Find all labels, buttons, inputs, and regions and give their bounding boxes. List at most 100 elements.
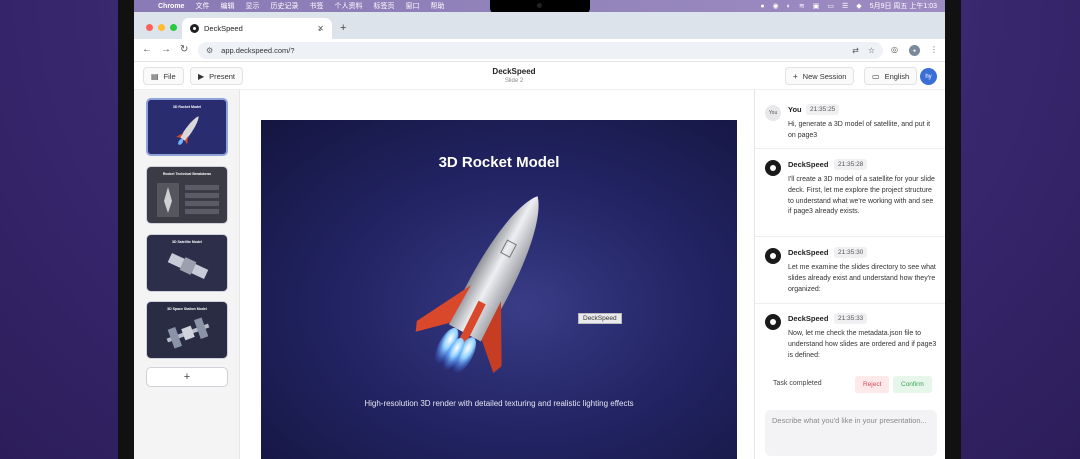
bookmark-star-icon[interactable]: ☆: [868, 46, 875, 55]
control-center-icon[interactable]: ☰: [842, 2, 848, 10]
camera-icon: [537, 3, 542, 8]
new-session-button[interactable]: + New Session: [785, 67, 855, 85]
slide-thumbnail-1[interactable]: 3D Rocket Model: [146, 98, 228, 156]
deckspeed-avatar-icon: [765, 160, 781, 176]
slide-thumbnails-panel: 3D Rocket Model Rocket Technical Breakdo…: [134, 90, 240, 459]
message-text: I'll create a 3D model of a satellite fo…: [788, 176, 935, 216]
message-timestamp: 21:35:28: [834, 159, 868, 170]
file-button-label: File: [163, 71, 176, 81]
chat-panel: You You 21:35:25 Hi, generate a 3D model…: [754, 90, 945, 459]
current-slide-indicator: Slide 2: [504, 78, 524, 84]
play-icon: ▶: [198, 71, 205, 81]
message-divider: [755, 148, 945, 149]
user-avatar[interactable]: hy: [920, 68, 937, 85]
message-timestamp: 21:35:30: [834, 247, 868, 258]
browser-toolbar: ← → ↻ ⚙ app.deckspeed.com/? ⇄ ☆ ◎ ● ⋮: [134, 39, 945, 62]
back-arrow-icon[interactable]: ←: [142, 44, 152, 55]
confirm-button[interactable]: Confirm: [893, 376, 932, 393]
forward-arrow-icon[interactable]: →: [161, 44, 171, 55]
menu-app-name[interactable]: Chrome: [158, 3, 184, 10]
menu-item-profiles[interactable]: 个人资料: [334, 1, 362, 11]
message-timestamp: 21:35:25: [806, 104, 840, 115]
profile-icon[interactable]: ●: [909, 45, 920, 56]
user-avatar-icon: You: [765, 105, 781, 121]
deckspeed-avatar-icon: [765, 248, 781, 264]
chat-input[interactable]: Describe what you'd like in your present…: [765, 410, 937, 456]
media-icon[interactable]: ◉: [773, 2, 779, 10]
menu-item-edit[interactable]: 编辑: [220, 1, 234, 11]
menu-item-view[interactable]: 显示: [245, 1, 259, 11]
minimize-window-button[interactable]: [158, 24, 165, 31]
deckspeed-avatar-icon: [765, 314, 781, 330]
app-header: ▤ File ▶ Present DeckSpeed Slide 2 + New…: [134, 62, 945, 90]
task-status-row: Task completed Reject Confirm: [765, 374, 937, 396]
maximize-window-button[interactable]: [170, 24, 177, 31]
new-session-label: New Session: [802, 71, 847, 81]
menu-item-file[interactable]: 文件: [195, 1, 209, 11]
battery-icon[interactable]: ▭: [827, 2, 834, 10]
input-method-icon[interactable]: ▣: [813, 2, 820, 10]
menu-item-window[interactable]: 窗口: [405, 1, 419, 11]
wifi-icon[interactable]: ≋: [799, 2, 805, 10]
rocket-thumbnail-image: [176, 116, 199, 145]
message-text: Now, let me check the metadata.json file…: [788, 330, 937, 359]
site-settings-icon[interactable]: ⚙: [206, 46, 213, 55]
message-text: Hi, generate a 3D model of satellite, an…: [788, 121, 931, 139]
tab-search-chevron-down-icon[interactable]: ⌄: [317, 25, 323, 33]
message-sender: DeckSpeed: [788, 248, 829, 257]
laptop-bezel-left: [118, 0, 134, 459]
menubar-clock[interactable]: 5月9日 周五 上午1:03: [870, 1, 937, 11]
message-timestamp: 21:35:33: [834, 313, 868, 324]
add-slide-button[interactable]: +: [146, 367, 228, 387]
tab-title: DeckSpeed: [204, 24, 243, 33]
slide-thumbnail-4[interactable]: 3D Space Station Model: [146, 301, 228, 359]
satellite-thumbnail-image: [167, 253, 209, 279]
language-icon: ▭: [872, 71, 880, 81]
window-controls: [146, 24, 177, 31]
menu-item-tab[interactable]: 标签页: [373, 1, 394, 11]
extensions-icon[interactable]: ◎: [891, 45, 898, 54]
browser-tab-deckspeed[interactable]: DeckSpeed ✕: [182, 18, 332, 39]
message-sender: DeckSpeed: [788, 314, 829, 323]
laptop-bezel-right: [945, 0, 961, 459]
slide-caption[interactable]: High-resolution 3D render with detailed …: [341, 398, 657, 410]
message-sender: You: [788, 105, 802, 114]
new-tab-plus-icon[interactable]: +: [340, 22, 346, 34]
language-selector[interactable]: ▭ English: [864, 67, 918, 85]
deckspeed-favicon-icon: [190, 24, 199, 33]
task-status-label: Task completed: [773, 380, 822, 387]
menu-item-bookmarks[interactable]: 书签: [309, 1, 323, 11]
slide-canvas-area: 3D Rocket Model DeckSpeed High-resolutio…: [240, 90, 754, 459]
file-button[interactable]: ▤ File: [143, 67, 184, 85]
breakdown-thumbnail-image: [157, 183, 219, 217]
more-menu-icon[interactable]: ⋮: [930, 45, 938, 54]
slide-tooltip: DeckSpeed: [578, 313, 622, 324]
message-text: Let me examine the slides directory to s…: [788, 264, 936, 293]
language-label: English: [884, 71, 910, 81]
message-sender: DeckSpeed: [788, 160, 829, 169]
slide-preview[interactable]: 3D Rocket Model DeckSpeed High-resolutio…: [261, 120, 737, 459]
reload-icon[interactable]: ↻: [180, 44, 188, 55]
menu-item-history[interactable]: 历史记录: [270, 1, 298, 11]
deck-title: DeckSpeed: [492, 67, 536, 76]
browser-tab-strip: DeckSpeed ✕ ⌄ +: [134, 12, 945, 39]
present-button[interactable]: ▶ Present: [190, 67, 244, 85]
translate-icon[interactable]: ⇄: [852, 46, 859, 55]
wechat-icon[interactable]: ●: [760, 3, 764, 10]
screen: Chrome 文件 编辑 显示 历史记录 书签 个人资料 标签页 窗口 帮助 ●…: [134, 0, 945, 459]
message-divider: [755, 303, 945, 304]
slide-thumbnail-2[interactable]: Rocket Technical Breakdown: [146, 166, 228, 224]
plus-icon: +: [793, 71, 798, 81]
slide-thumbnail-3[interactable]: 3D Satellite Model: [146, 234, 228, 292]
close-window-button[interactable]: [146, 24, 153, 31]
focus-icon[interactable]: ◐: [787, 3, 791, 10]
space-station-thumbnail-image: [166, 317, 210, 349]
siri-icon[interactable]: ◆: [856, 2, 861, 10]
message-divider: [755, 236, 945, 237]
url-text[interactable]: app.deckspeed.com/?: [221, 46, 294, 55]
menu-item-help[interactable]: 帮助: [430, 1, 444, 11]
file-icon: ▤: [151, 71, 159, 81]
address-bar[interactable]: ⚙ app.deckspeed.com/? ⇄ ☆: [198, 42, 883, 59]
present-button-label: Present: [209, 71, 236, 81]
reject-button[interactable]: Reject: [855, 376, 890, 393]
